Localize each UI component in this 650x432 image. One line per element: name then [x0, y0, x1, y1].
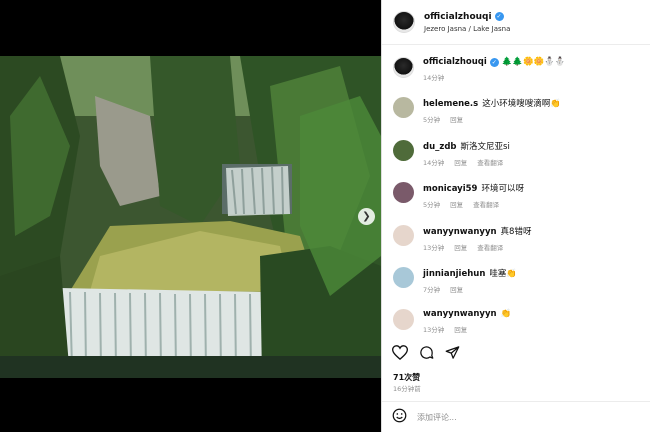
post-sidebar: officialzhouqi ✓ Jezero Jasna / Lake Jas… [381, 0, 650, 432]
media-area: ❯ [0, 0, 381, 432]
comment-username[interactable]: jinnianjiehun [423, 269, 485, 279]
comment-username[interactable]: wanyynwanyyn [423, 309, 497, 319]
reply-button[interactable]: 回复 [454, 244, 467, 252]
comment-text: 👏 [500, 309, 512, 319]
comment-time: 5分钟 [423, 116, 441, 124]
caption-text: 🌲🌲🌼🌼⛄⛄ [501, 57, 566, 67]
avatar[interactable] [393, 267, 414, 288]
reply-button[interactable]: 回复 [454, 326, 467, 334]
verified-badge-icon: ✓ [494, 12, 504, 21]
comment-input[interactable]: 添加评论... [417, 412, 457, 423]
list-item: helemene.s 这小环境嗖嗖滴啊👏 5分钟 回复 [393, 97, 561, 124]
list-item: du_zdb 斯洛文尼亚si 14分钟 回复 查看翻译 [393, 140, 513, 167]
avatar[interactable] [393, 11, 415, 33]
header-username[interactable]: officialzhouqi [424, 12, 492, 22]
list-item: wanyynwanyyn 真8错呀 13分钟 回复 查看翻译 [393, 225, 531, 252]
avatar[interactable] [393, 309, 414, 330]
emoji-icon[interactable] [392, 408, 407, 427]
translate-button[interactable]: 查看翻译 [477, 159, 503, 167]
post-photo [0, 56, 381, 378]
comment-time: 5分钟 [423, 201, 441, 209]
action-bar [382, 338, 650, 366]
comment-username[interactable]: du_zdb [423, 142, 457, 152]
likes-count[interactable]: 71次赞 [393, 372, 420, 383]
comment-time: 14分钟 [423, 159, 445, 167]
comment-text: 这小环境嗖嗖滴啊👏 [482, 99, 561, 109]
verified-badge-icon: ✓ [489, 57, 499, 67]
post-header: officialzhouqi ✓ Jezero Jasna / Lake Jas… [382, 0, 650, 45]
heart-icon[interactable] [392, 344, 408, 360]
avatar[interactable] [393, 140, 414, 161]
reply-button[interactable]: 回复 [450, 116, 463, 124]
comment-icon[interactable] [419, 345, 434, 360]
post-time: 16分钟前 [393, 385, 421, 393]
list-item: monicayi59 环境可以呀 5分钟 回复 查看翻译 [393, 182, 524, 209]
comment-text: 哇塞👏 [489, 269, 517, 279]
reply-button[interactable]: 回复 [450, 201, 463, 209]
reply-button[interactable]: 回复 [454, 159, 467, 167]
avatar[interactable] [393, 97, 414, 118]
comment-text: 真8错呀 [500, 227, 532, 237]
caption-username[interactable]: officialzhouqi [423, 57, 487, 67]
post-location[interactable]: Jezero Jasna / Lake Jasna [424, 25, 510, 33]
add-comment-bar: 添加评论... [382, 401, 650, 432]
comments-list: officialzhouqi ✓ 🌲🌲🌼🌼⛄⛄ 14分钟 helemene.s 这… [382, 45, 650, 335]
reply-button[interactable]: 回复 [450, 286, 463, 294]
chevron-right-icon[interactable]: ❯ [358, 208, 375, 225]
comment-username[interactable]: wanyynwanyyn [423, 227, 497, 237]
comment-text: 斯洛文尼亚si [460, 142, 510, 152]
caption-time: 14分钟 [423, 74, 445, 82]
comment-time: 13分钟 [423, 244, 445, 252]
comment-username[interactable]: monicayi59 [423, 184, 477, 194]
avatar[interactable] [393, 182, 414, 203]
comment-username[interactable]: helemene.s [423, 99, 478, 109]
share-icon[interactable] [445, 345, 460, 360]
translate-button[interactable]: 查看翻译 [473, 201, 499, 209]
instagram-post-viewer: ❯ officialzhouqi ✓ Jezero Jasna / Lake J… [0, 0, 650, 432]
avatar[interactable] [393, 225, 414, 246]
list-item: wanyynwanyyn 👏 13分钟 回复 [393, 309, 511, 334]
caption: officialzhouqi ✓ 🌲🌲🌼🌼⛄⛄ 14分钟 [393, 57, 565, 82]
avatar[interactable] [393, 57, 414, 78]
comment-time: 7分钟 [423, 286, 441, 294]
comment-time: 13分钟 [423, 326, 445, 334]
translate-button[interactable]: 查看翻译 [477, 244, 503, 252]
list-item: jinnianjiehun 哇塞👏 7分钟 回复 [393, 267, 517, 294]
comment-text: 环境可以呀 [481, 184, 524, 194]
